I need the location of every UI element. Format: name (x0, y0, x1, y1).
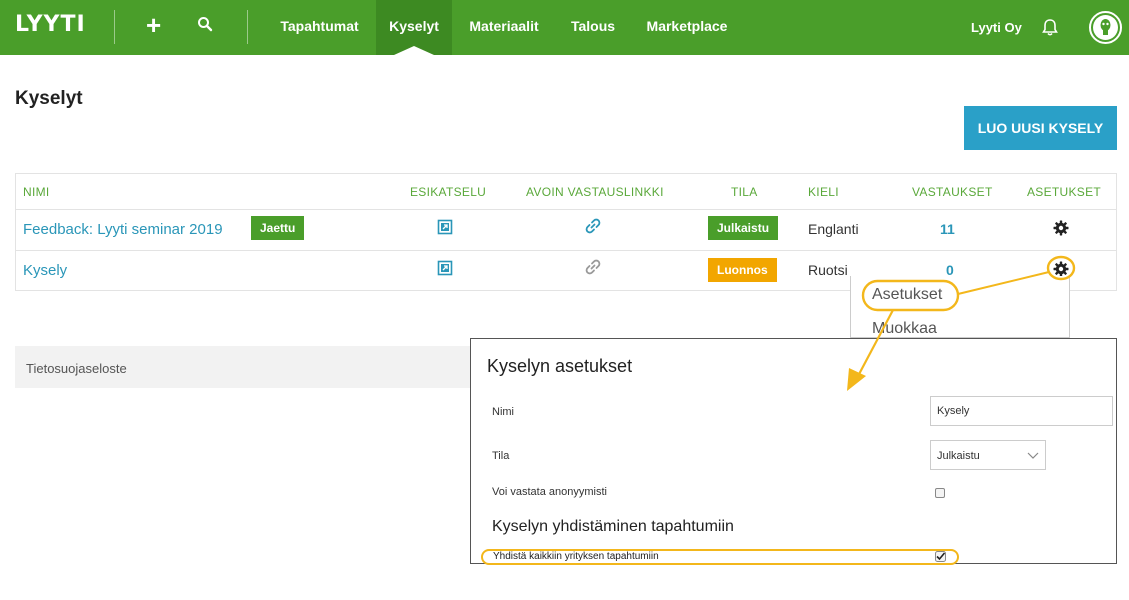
shared-badge: Jaettu (251, 216, 305, 240)
privacy-policy-link[interactable]: Tietosuojaseloste (26, 361, 127, 376)
preview-icon[interactable] (437, 219, 453, 235)
survey-settings-panel: Kyselyn asetukset Nimi Tila Julkaistu Vo… (470, 338, 1117, 565)
plus-icon[interactable]: + (146, 12, 161, 38)
connect-all-label: Yhdistä kaikkiin yrityksen tapahtumiin (493, 551, 659, 562)
nav-item-tapahtumat[interactable]: Tapahtumat (269, 0, 370, 55)
survey-name-link[interactable]: Kysely (23, 262, 67, 279)
nav-item-materiaalit[interactable]: Materiaalit (461, 0, 547, 55)
column-header-settings: ASETUKSET (1027, 185, 1102, 199)
connect-all-row: Yhdistä kaikkiin yrityksen tapahtumiin (481, 549, 959, 565)
nav-item-label: Kyselyt (389, 18, 439, 34)
column-header-preview: ESIKATSELU (410, 185, 487, 199)
panel-title: Kyselyn asetukset (487, 356, 633, 376)
avatar[interactable] (1089, 11, 1122, 44)
nav-divider (247, 10, 248, 44)
settings-dropdown-menu: Asetukset Muokkaa (850, 276, 1070, 338)
avatar-icon (1093, 15, 1118, 40)
nav-item-talous[interactable]: Talous (563, 0, 623, 55)
status-badge: Julkaistu (708, 216, 779, 240)
preview-icon[interactable] (437, 260, 453, 276)
state-select-value: Julkaistu (937, 450, 980, 462)
gear-icon[interactable] (1053, 261, 1069, 277)
nav-item-kyselyt[interactable]: Kyselyt (376, 0, 452, 55)
row-divider (16, 209, 1116, 210)
survey-language: Englanti (808, 221, 859, 237)
organization-name[interactable]: Lyyti Oy (971, 20, 1022, 35)
bell-icon[interactable] (1041, 18, 1059, 37)
link-icon[interactable] (584, 217, 602, 235)
row-divider (16, 250, 1116, 251)
column-header-language: KIELI (808, 185, 839, 199)
anonymous-checkbox[interactable] (935, 488, 945, 498)
state-label: Tila (492, 450, 510, 462)
page-title: Kyselyt (15, 88, 83, 109)
survey-language: Ruotsi (808, 262, 848, 278)
column-header-name: NIMI (23, 185, 50, 199)
name-label: Nimi (492, 406, 514, 418)
create-survey-button[interactable]: LUO UUSI KYSELY (964, 106, 1117, 150)
column-header-open-link: AVOIN VASTAUSLINKKI (526, 185, 664, 199)
anonymous-label: Voi vastata anonyymisti (492, 486, 607, 498)
chevron-down-icon (1027, 452, 1039, 459)
footer-bar: Tietosuojaseloste (15, 346, 475, 388)
top-navigation-bar: LYYTI + Tapahtumat Kyselyt Materiaalit T… (0, 0, 1129, 55)
state-select[interactable]: Julkaistu (930, 440, 1046, 470)
section-title: Kyselyn yhdistäminen tapahtumiin (492, 518, 734, 535)
survey-name-field[interactable] (930, 396, 1113, 426)
nav-divider (114, 10, 115, 44)
nav-item-marketplace[interactable]: Marketplace (640, 0, 734, 55)
survey-name-link[interactable]: Feedback: Lyyti seminar 2019 (23, 221, 223, 238)
menu-item-muokkaa[interactable]: Muokkaa (872, 320, 937, 337)
active-tab-indicator (394, 46, 434, 55)
column-header-state: TILA (731, 185, 758, 199)
surveys-table: NIMI ESIKATSELU AVOIN VASTAUSLINKKI TILA… (15, 173, 1117, 291)
connect-all-checkbox[interactable] (935, 551, 946, 562)
search-icon[interactable] (197, 16, 213, 32)
status-badge: Luonnos (708, 258, 777, 282)
gear-icon[interactable] (1053, 220, 1069, 236)
link-icon (585, 259, 601, 275)
lyyti-logo[interactable]: LYYTI (15, 12, 86, 37)
column-header-responses: VASTAUKSET (912, 185, 993, 199)
response-count[interactable]: 11 (940, 221, 955, 237)
menu-item-asetukset[interactable]: Asetukset (872, 286, 942, 304)
